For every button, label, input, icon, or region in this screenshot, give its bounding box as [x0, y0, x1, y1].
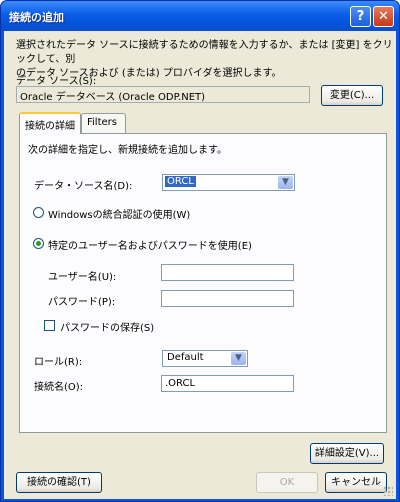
- tab-connection-details[interactable]: 接続の詳細: [19, 112, 81, 134]
- data-source-name-select[interactable]: ORCL ▼: [162, 174, 295, 191]
- data-source-label: データ ソース(S):: [16, 76, 97, 87]
- dialog-body: 選択されたデータ ソースに接続するための情報を入力するか、または [変更] をク…: [4, 31, 396, 499]
- instruction-text: 次の詳細を指定し、新規接続を追加します。: [28, 145, 227, 156]
- ok-button[interactable]: OK: [256, 472, 318, 493]
- role-select[interactable]: Default ▼: [162, 350, 248, 367]
- tab-filters[interactable]: Filters: [81, 113, 126, 133]
- chevron-down-icon[interactable]: ▼: [278, 176, 293, 189]
- data-source-name-label: データ・ソース名(D):: [34, 181, 133, 192]
- connection-name-input[interactable]: [161, 375, 294, 392]
- windows-auth-radio[interactable]: [33, 207, 44, 218]
- chevron-down-icon[interactable]: ▼: [231, 352, 246, 365]
- role-value: Default: [167, 352, 204, 363]
- close-icon[interactable]: ✕: [373, 6, 394, 27]
- password-input[interactable]: [161, 290, 294, 307]
- test-connection-button[interactable]: 接続の確認(T): [16, 472, 102, 493]
- save-password-checkbox[interactable]: [44, 320, 55, 331]
- username-label: ユーザー名(U):: [48, 272, 117, 283]
- title-bar[interactable]: 接続の追加 ? ✕: [1, 1, 399, 31]
- change-button[interactable]: 変更(C)...: [321, 85, 383, 106]
- windows-auth-label: Windowsの統合認証の使用(W): [48, 210, 191, 221]
- help-icon[interactable]: ?: [350, 6, 371, 27]
- role-label: ロール(R):: [34, 357, 83, 368]
- data-source-field: Oracle データベース (Oracle ODP.NET): [16, 86, 310, 103]
- username-input[interactable]: [161, 264, 294, 281]
- save-password-label: パスワードの保存(S): [60, 323, 155, 334]
- cancel-button[interactable]: キャンセル: [325, 472, 387, 493]
- connection-details-panel: 次の詳細を指定し、新規接続を追加します。 データ・ソース名(D): ORCL ▼…: [19, 133, 387, 433]
- password-label: パスワード(P):: [48, 297, 116, 308]
- window-title: 接続の追加: [9, 11, 64, 24]
- data-source-name-value: ORCL: [165, 176, 196, 187]
- specific-user-label: 特定のユーザー名およびパスワードを使用(E): [48, 241, 252, 252]
- resize-grip[interactable]: [383, 486, 393, 496]
- connection-name-label: 接続名(O):: [34, 382, 84, 393]
- specific-user-radio[interactable]: [33, 238, 44, 249]
- add-connection-window: 接続の追加 ? ✕ 選択されたデータ ソースに接続するための情報を入力するか、ま…: [0, 0, 400, 502]
- advanced-button[interactable]: 詳細設定(V)...: [310, 443, 384, 464]
